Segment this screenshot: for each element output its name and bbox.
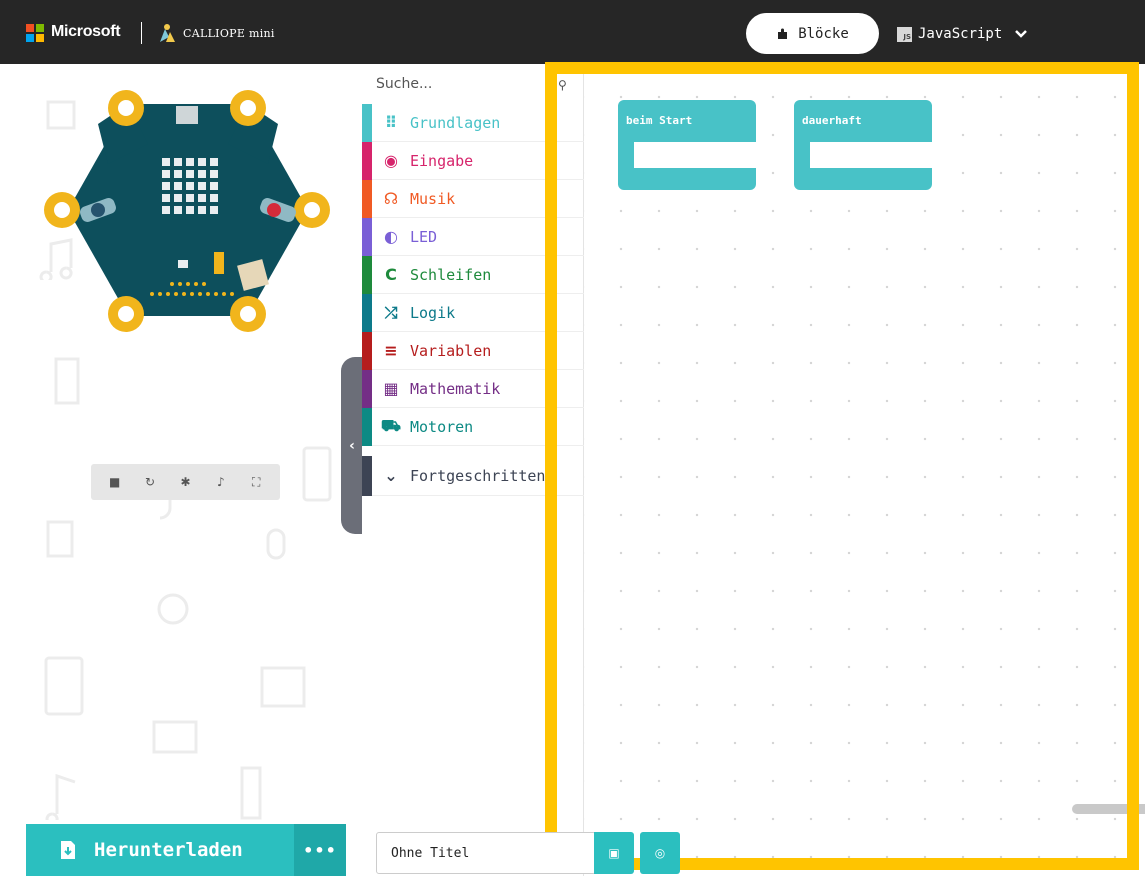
category-label: Variablen [410, 341, 492, 360]
category-color-bar [362, 455, 372, 496]
on-start-block[interactable]: beim Start [618, 100, 756, 190]
chat-background-icon [152, 720, 198, 754]
category-color-bar [362, 331, 372, 370]
category-fortgeschritten[interactable]: ⌄ Fortgeschritten [362, 455, 584, 496]
github-button[interactable]: ◎ [640, 832, 680, 874]
javascript-tab-label: JavaScript [918, 26, 1003, 42]
editor-root: Microsoft CALLIOPE mini Blöcke JS JavaSc… [0, 0, 1145, 876]
category-label: Schleifen [410, 265, 492, 284]
category-color-bar [362, 293, 372, 332]
block-statement-slot[interactable] [634, 142, 756, 168]
fullscreen-icon[interactable]: ⛶ [245, 471, 267, 493]
category-color-bar [362, 369, 372, 408]
usb-background-icon [240, 766, 262, 820]
category-label: Fortgeschritten [410, 466, 546, 485]
shuffle-icon: ⤮ [384, 302, 398, 322]
category-label: Musik [410, 189, 456, 208]
microphone-background-icon [266, 528, 286, 560]
calliope-logo-icon [160, 24, 175, 42]
download-label: Herunterladen [94, 839, 243, 861]
category-color-bar [362, 217, 372, 256]
category-color-bar [362, 179, 372, 218]
javascript-tab-button[interactable]: JS JavaScript [897, 20, 1028, 48]
category-led[interactable]: ◐ LED [362, 217, 584, 256]
headphones-icon: ☊ [383, 189, 399, 208]
category-color-bar [362, 255, 372, 294]
block-title: beim Start [626, 114, 693, 127]
toggle-icon: ◐ [384, 227, 398, 246]
stop-icon[interactable]: ■ [104, 471, 126, 493]
debug-icon[interactable]: ✱ [174, 471, 196, 493]
target-icon: ◉ [384, 151, 398, 170]
chevron-down-icon[interactable] [1014, 29, 1028, 39]
refresh-icon: C [385, 265, 397, 284]
category-variablen[interactable]: ≡ Variablen [362, 331, 584, 370]
restart-icon[interactable]: ↻ [139, 471, 161, 493]
blocks-workspace[interactable]: beim Start dauerhaft [584, 64, 1145, 876]
chevron-left-icon: ‹ [349, 437, 355, 454]
github-icon: ◎ [654, 846, 666, 860]
block-title: dauerhaft [802, 114, 862, 127]
blocks-tab-button[interactable]: Blöcke [746, 13, 879, 54]
calliope-board-simulator[interactable] [38, 84, 330, 336]
copy-background-icon [46, 520, 74, 558]
simulator-toolbar: ■ ↻ ✱ ♪ ⛶ [91, 464, 280, 500]
download-button[interactable]: Herunterladen [26, 824, 294, 876]
microsoft-logo-icon [26, 24, 44, 42]
calculator-icon: ▦ [383, 379, 399, 398]
grid-icon: ⠿ [384, 113, 398, 132]
category-label: Grundlagen [410, 113, 501, 132]
category-schleifen[interactable]: C Schleifen [362, 255, 584, 294]
note-background-icon [45, 773, 76, 820]
category-eingabe[interactable]: ◉ Eingabe [362, 141, 584, 180]
save-icon: ▣ [608, 846, 620, 860]
category-mathematik[interactable]: ▦ Mathematik [362, 369, 584, 408]
car-icon: ⛟ [380, 416, 402, 435]
gear-background-icon [157, 593, 189, 625]
collapse-simulator-button[interactable]: ‹ [341, 357, 363, 534]
category-color-bar [362, 407, 372, 446]
category-grundlagen[interactable]: ⠿ Grundlagen [362, 103, 584, 142]
category-motoren[interactable]: ⛟ Motoren [362, 407, 584, 446]
category-color-bar [362, 103, 372, 142]
chevron-down-icon: ⌄ [384, 466, 398, 485]
download-icon [61, 841, 75, 859]
category-logik[interactable]: ⤮ Logik [362, 293, 584, 332]
top-header: Microsoft CALLIOPE mini Blöcke JS JavaSc… [0, 0, 1145, 64]
simulator-panel: ■ ↻ ✱ ♪ ⛶ [0, 64, 362, 876]
toolbox-search-input[interactable]: Suche... [376, 76, 432, 92]
list-icon: ≡ [384, 341, 398, 360]
device-background-icon [302, 446, 332, 502]
category-label: LED [410, 227, 438, 246]
more-options-button[interactable]: ••• [294, 824, 346, 876]
smiley-background-icon [260, 666, 306, 708]
search-icon[interactable]: ⚲ [558, 78, 567, 92]
category-label: Motoren [410, 417, 474, 436]
workspace-horizontal-scrollbar[interactable] [1072, 804, 1145, 814]
puzzle-icon [778, 28, 788, 39]
battery-background-icon [54, 357, 80, 405]
product-name[interactable]: CALLIOPE mini [183, 27, 275, 40]
category-label: Mathematik [410, 379, 501, 398]
forever-block[interactable]: dauerhaft [794, 100, 932, 190]
category-musik[interactable]: ☊ Musik [362, 179, 584, 218]
javascript-icon: JS [897, 26, 912, 42]
header-divider [141, 22, 142, 44]
sound-icon[interactable]: ♪ [210, 471, 232, 493]
save-button[interactable]: ▣ [594, 832, 634, 874]
tablet-background-icon [44, 656, 84, 716]
category-label: Eingabe [410, 151, 474, 170]
project-title-input[interactable]: Ohne Titel [376, 832, 596, 874]
blocks-tab-label: Blöcke [798, 25, 849, 42]
block-toolbox: Suche... ⚲ ⠿ Grundlagen ◉ Eingabe ☊ Musi… [362, 64, 584, 876]
category-label: Logik [410, 303, 456, 322]
category-color-bar [362, 141, 372, 180]
microsoft-brand[interactable]: Microsoft [51, 23, 121, 41]
block-statement-slot[interactable] [810, 142, 932, 168]
